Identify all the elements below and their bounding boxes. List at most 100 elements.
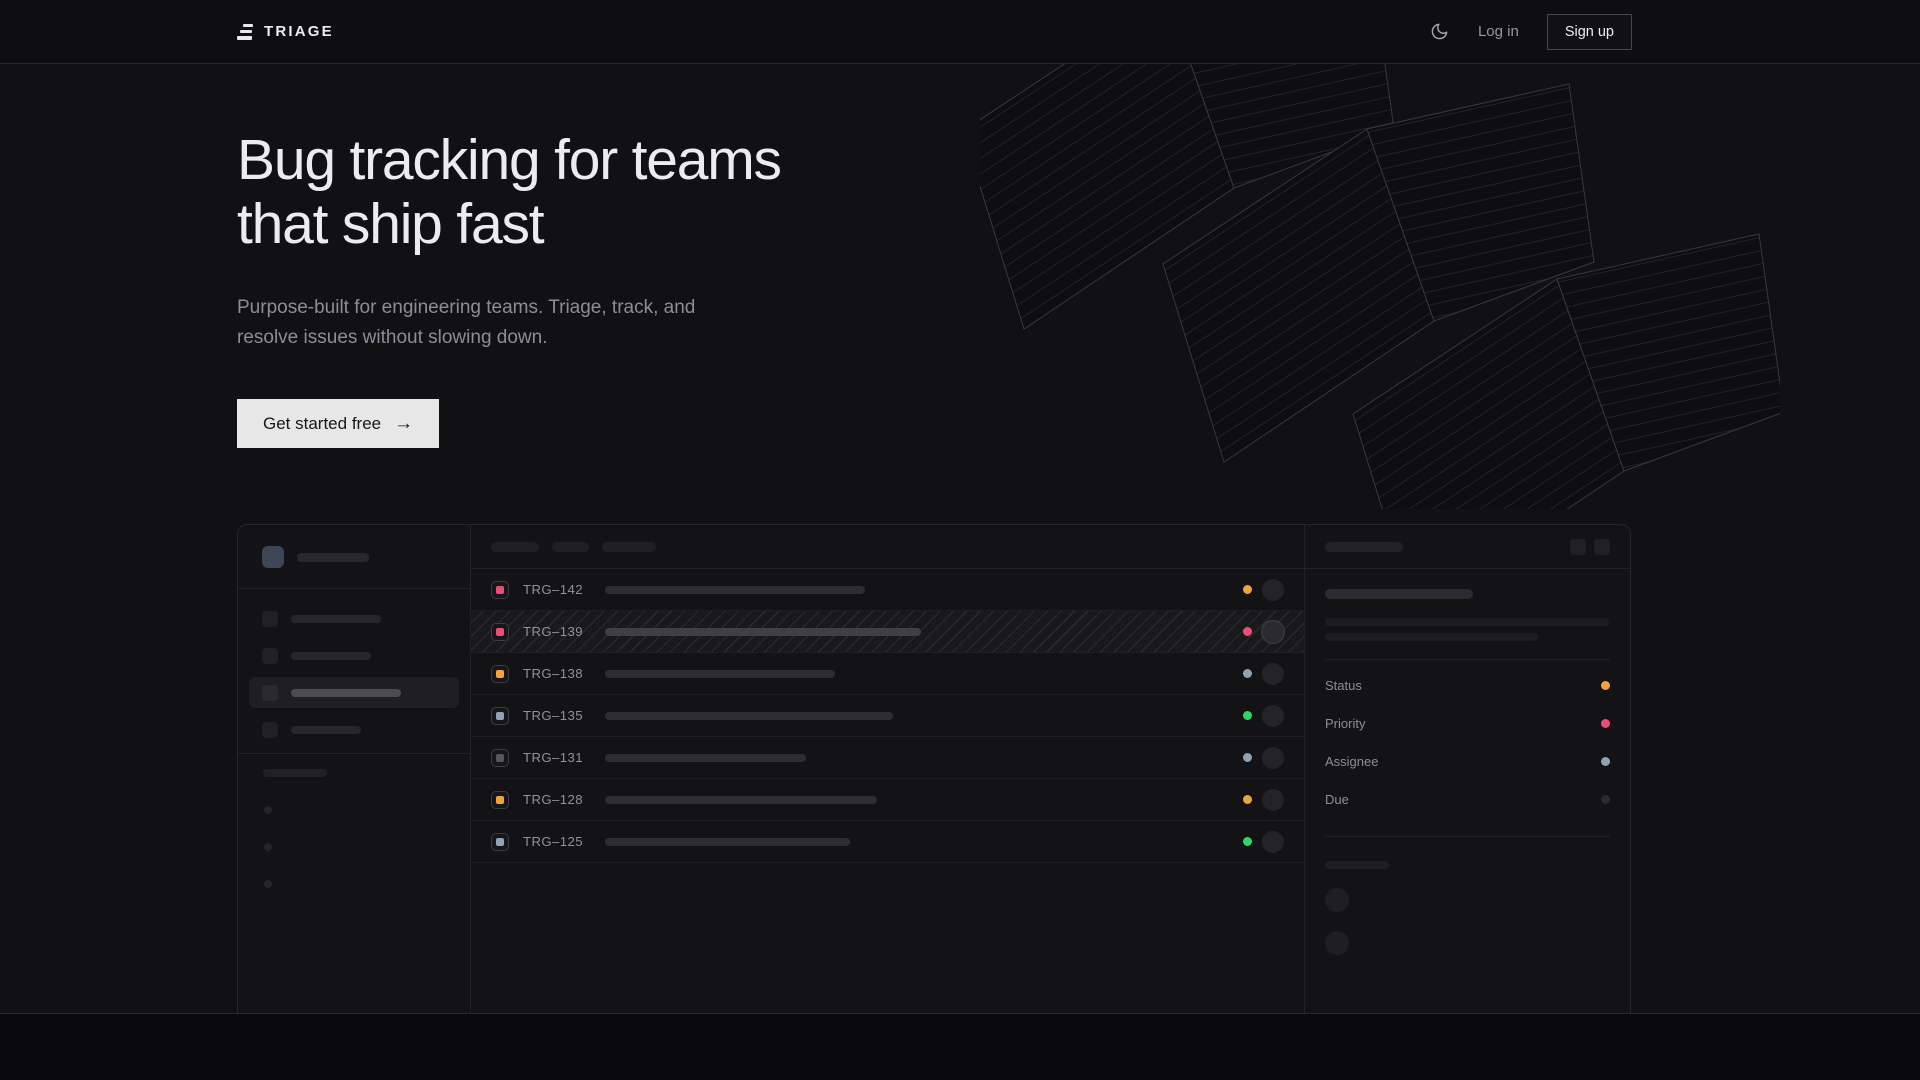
landing-page: TRIAGE Log in Sign up Bug tracking for t… (0, 0, 1920, 1080)
issue-row[interactable]: TRG–131 (471, 737, 1304, 779)
issue-avatar (1262, 831, 1284, 853)
sidebar-nav-item[interactable] (249, 640, 459, 671)
issue-id: TRG–138 (523, 666, 587, 681)
issue-type-icon (491, 707, 509, 725)
toolbar-pill-skeleton (491, 542, 539, 552)
workspace-icon (262, 546, 284, 568)
issue-type-icon (491, 749, 509, 767)
issue-title-skeleton (605, 796, 877, 804)
issue-id: TRG–139 (523, 624, 587, 639)
brand-logo[interactable]: TRIAGE (237, 23, 334, 40)
workspace-name-skeleton (297, 553, 369, 562)
field-value-dot (1601, 757, 1610, 766)
nav-item-icon (262, 648, 278, 664)
arrow-right-icon: → (394, 414, 413, 433)
page-footer (0, 1013, 1920, 1080)
field-label: Status (1325, 678, 1362, 693)
site-header: TRIAGE Log in Sign up (0, 0, 1920, 64)
issue-title-skeleton (605, 670, 835, 678)
get-started-button[interactable]: Get started free → (237, 399, 439, 448)
nav-item-icon (262, 722, 278, 738)
divider (238, 753, 470, 754)
issue-id: TRG–142 (523, 582, 587, 597)
issue-row[interactable]: TRG–142 (471, 569, 1304, 611)
issue-title-skeleton (605, 586, 865, 594)
sidebar-nav-item[interactable] (249, 677, 459, 708)
issue-avatar (1262, 579, 1284, 601)
issue-title-skeleton (605, 838, 850, 846)
detail-field-row[interactable]: Priority (1325, 704, 1610, 742)
issue-list-panel: TRG–142 TRG–139 TRG–138 TRG–135 (471, 525, 1305, 1013)
sidebar-section-skeleton (263, 769, 327, 777)
detail-fields: Status Priority Assignee Due (1325, 666, 1610, 818)
sidebar-bullet (264, 806, 272, 814)
detail-breadcrumb-skeleton (1325, 542, 1403, 552)
issue-row[interactable]: TRG–125 (471, 821, 1304, 863)
sidebar-nav-item[interactable] (249, 714, 459, 745)
nav-item-icon (262, 685, 278, 701)
brand-name: TRIAGE (264, 23, 334, 40)
mockup-sidebar (238, 525, 471, 1013)
issue-status-dot (1243, 795, 1252, 804)
detail-field-row[interactable]: Status (1325, 666, 1610, 704)
comment-avatar-skeleton (1325, 888, 1349, 912)
sidebar-bullet (264, 880, 272, 888)
issue-list: TRG–142 TRG–139 TRG–138 TRG–135 (471, 569, 1304, 863)
field-value-dot (1601, 719, 1610, 728)
divider (1325, 836, 1610, 837)
comment-avatar-skeleton (1325, 931, 1349, 955)
issue-detail-panel: Status Priority Assignee Due (1305, 525, 1630, 1013)
workspace-switcher[interactable] (238, 525, 470, 588)
detail-action-button[interactable] (1570, 539, 1586, 555)
issue-id: TRG–128 (523, 792, 587, 807)
signup-button[interactable]: Sign up (1547, 14, 1632, 50)
nav-label-skeleton (291, 726, 361, 734)
issue-status-dot (1243, 837, 1252, 846)
issue-status-dot (1243, 711, 1252, 720)
issue-row[interactable]: TRG–135 (471, 695, 1304, 737)
hero-title: Bug tracking for teams that ship fast (237, 128, 781, 256)
login-link[interactable]: Log in (1478, 23, 1519, 40)
hero-subtitle: Purpose-built for engineering teams. Tri… (237, 293, 715, 353)
activity-section-skeleton (1325, 861, 1389, 869)
field-value-dot (1601, 681, 1610, 690)
issue-avatar (1262, 663, 1284, 685)
moon-icon[interactable] (1430, 22, 1450, 42)
issue-avatar (1262, 789, 1284, 811)
issue-type-icon (491, 581, 509, 599)
issue-title-skeleton (605, 628, 921, 636)
detail-action-button[interactable] (1594, 539, 1610, 555)
detail-title-skeleton (1325, 589, 1473, 599)
issue-status-dot (1243, 585, 1252, 594)
triage-bars-icon (237, 24, 253, 40)
detail-body: Status Priority Assignee Due (1305, 569, 1630, 975)
issue-row[interactable]: TRG–138 (471, 653, 1304, 695)
nav-item-icon (262, 611, 278, 627)
issue-type-icon (491, 623, 509, 641)
detail-header (1305, 525, 1630, 569)
divider (1325, 659, 1610, 660)
issue-title-skeleton (605, 754, 806, 762)
issue-type-icon (491, 791, 509, 809)
sidebar-nav-item[interactable] (249, 603, 459, 634)
issue-status-dot (1243, 627, 1252, 636)
issue-status-dot (1243, 669, 1252, 678)
wireframe-decor (980, 64, 1780, 509)
detail-field-row[interactable]: Due (1325, 780, 1610, 818)
toolbar-pill-skeleton (552, 542, 589, 552)
app-mockup: TRG–142 TRG–139 TRG–138 TRG–135 (237, 524, 1631, 1013)
field-label: Due (1325, 792, 1349, 807)
issue-avatar (1262, 705, 1284, 727)
issue-row[interactable]: TRG–128 (471, 779, 1304, 821)
issue-avatar (1262, 621, 1284, 643)
detail-field-row[interactable]: Assignee (1325, 742, 1610, 780)
sidebar-nav (238, 589, 470, 753)
detail-text-skeleton (1325, 633, 1538, 641)
issue-avatar (1262, 747, 1284, 769)
field-label: Priority (1325, 716, 1365, 731)
detail-text-skeleton (1325, 618, 1609, 626)
issue-row[interactable]: TRG–139 (471, 611, 1304, 653)
issue-status-dot (1243, 753, 1252, 762)
issue-id: TRG–131 (523, 750, 587, 765)
list-toolbar (471, 525, 1304, 569)
